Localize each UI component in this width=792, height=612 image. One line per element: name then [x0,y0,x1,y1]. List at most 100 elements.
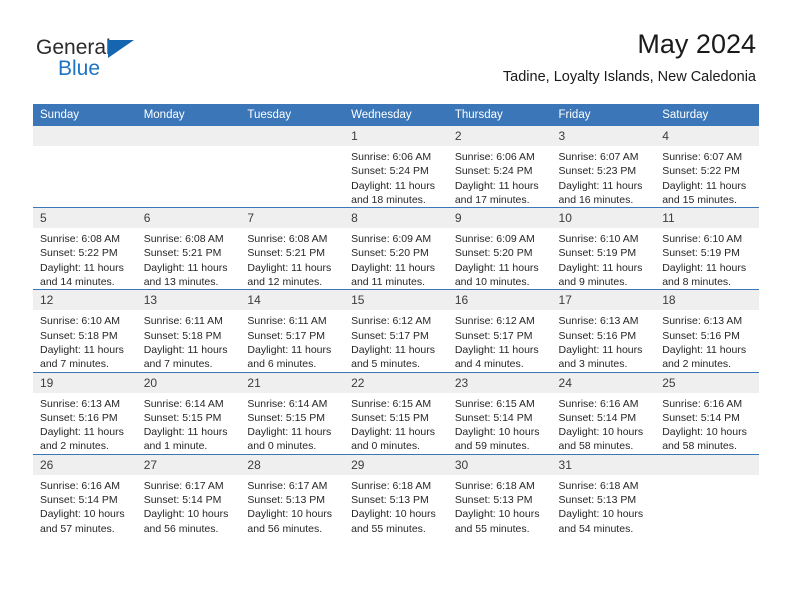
calendar-day-cell[interactable]: 21 Sunrise: 6:14 AM Sunset: 5:15 PM Dayligh… [240,371,345,455]
day-sun-info: Sunrise: 6:18 AM Sunset: 5:13 PM Daylight:… [448,475,552,536]
triangle-flag-icon [108,40,134,58]
daylight-text-line2: and 5 minutes. [351,358,420,371]
calendar-day-cell[interactable]: 19 Sunrise: 6:13 AM Sunset: 5:16 PM Dayligh… [33,371,137,455]
calendar-day-cell[interactable]: 29 Sunrise: 6:18 AM Sunset: 5:13 PM Dayligh… [344,453,448,536]
day-number: 17 [551,290,656,311]
calendar-day-cell[interactable]: 4 Sunrise: 6:07 AM Sunset: 5:22 PM Daylight… [655,126,759,208]
sunset-text: Sunset: 5:19 PM [558,247,637,260]
day-number: 30 [447,454,552,475]
day-number: 13 [136,290,241,311]
calendar-day-cell[interactable]: 10 Sunrise: 6:10 AM Sunset: 5:19 PM Dayligh… [551,207,656,290]
calendar-day-cell[interactable]: 22 Sunrise: 6:15 AM Sunset: 5:15 PM Dayligh… [344,371,448,455]
calendar-day-cell[interactable]: 31 Sunrise: 6:18 AM Sunset: 5:13 PM Dayligh… [551,453,656,536]
daylight-text-line2: and 58 minutes. [662,440,737,453]
daylight-text-line1: Daylight: 11 hours [454,179,539,192]
page-subtitle: Tadine, Loyalty Islands, New Caledonia [502,69,756,85]
calendar-header-row: Sunday Monday Tuesday Wednesday Thursday… [33,104,759,126]
day-sun-info: Sunrise: 6:06 AM Sunset: 5:24 PM Daylight:… [344,146,448,207]
day-number: 4 [655,126,759,146]
daylight-text-line2: and 18 minutes. [351,193,426,206]
calendar-day-cell[interactable]: 23 Sunrise: 6:15 AM Sunset: 5:14 PM Dayligh… [447,371,552,455]
day-sun-info: Sunrise: 6:10 AM Sunset: 5:19 PM Daylight:… [655,228,759,289]
sunrise-text: Sunrise: 6:13 AM [40,397,120,410]
brand-name-blue: Blue [58,57,101,80]
calendar-week-row: 5 Sunrise: 6:08 AM Sunset: 5:22 PM Daylight… [33,207,759,290]
calendar-body: 1 Sunrise: 6:06 AM Sunset: 5:24 PM Daylight… [33,126,759,536]
sunset-text: Sunset: 5:14 PM [40,494,118,507]
sunset-text: Sunset: 5:15 PM [247,411,326,424]
daylight-text-line1: Daylight: 11 hours [40,343,124,356]
day-number: 25 [655,372,759,393]
sunrise-text: Sunrise: 6:07 AM [558,151,639,163]
calendar-day-cell[interactable]: 28 Sunrise: 6:17 AM Sunset: 5:13 PM Dayligh… [240,453,345,536]
calendar-day-cell[interactable]: 3 Sunrise: 6:07 AM Sunset: 5:23 PM Daylight… [551,126,656,208]
daylight-text-line2: and 2 minutes. [662,358,732,371]
sunset-text: Sunset: 5:20 PM [351,247,429,260]
sunset-text: Sunset: 5:22 PM [40,247,118,260]
day-sun-info: Sunrise: 6:18 AM Sunset: 5:13 PM Daylight:… [552,475,656,536]
sunset-text: Sunset: 5:17 PM [351,329,429,342]
calendar-day-cell[interactable]: 14 Sunrise: 6:11 AM Sunset: 5:17 PM Dayligh… [240,289,345,373]
day-number: 19 [33,372,137,393]
calendar-day-cell-empty [655,453,759,536]
sunrise-text: Sunrise: 6:12 AM [454,315,535,328]
daylight-text-line1: Daylight: 10 hours [558,508,644,521]
day-sun-info: Sunrise: 6:12 AM Sunset: 5:17 PM Daylight:… [448,310,552,371]
calendar-day-cell[interactable]: 5 Sunrise: 6:08 AM Sunset: 5:22 PM Daylight… [33,207,137,290]
sunset-text: Sunset: 5:13 PM [558,494,637,507]
day-number: 26 [33,454,137,475]
daylight-text-line1: Daylight: 11 hours [454,343,539,356]
page-header: General Blue May 2024 Tadine, Loyalty Is… [0,0,792,100]
calendar-day-cell[interactable]: 17 Sunrise: 6:13 AM Sunset: 5:16 PM Dayligh… [551,289,656,373]
sunset-text: Sunset: 5:24 PM [351,165,429,178]
day-number: 18 [655,290,759,311]
sunrise-text: Sunrise: 6:06 AM [454,151,535,163]
daylight-text-line1: Daylight: 11 hours [247,343,332,356]
calendar-day-cell[interactable]: 6 Sunrise: 6:08 AM Sunset: 5:21 PM Daylight… [136,207,241,290]
sunrise-text: Sunrise: 6:17 AM [247,479,328,492]
calendar-day-cell[interactable]: 26 Sunrise: 6:16 AM Sunset: 5:14 PM Dayligh… [33,453,137,536]
brand-logo[interactable]: General Blue [36,36,216,86]
day-number: 28 [240,454,345,475]
calendar-week-row: 12 Sunrise: 6:10 AM Sunset: 5:18 PM Dayligh… [33,289,759,373]
calendar-day-cell[interactable]: 8 Sunrise: 6:09 AM Sunset: 5:20 PM Daylight… [344,207,448,290]
calendar-day-cell[interactable]: 30 Sunrise: 6:18 AM Sunset: 5:13 PM Dayligh… [447,453,552,536]
calendar-day-cell[interactable]: 11 Sunrise: 6:10 AM Sunset: 5:19 PM Dayligh… [655,207,759,290]
calendar-day-cell[interactable]: 2 Sunrise: 6:06 AM Sunset: 5:24 PM Daylight… [447,126,552,208]
calendar-day-cell[interactable]: 1 Sunrise: 6:06 AM Sunset: 5:24 PM Daylight… [344,126,448,208]
daylight-text-line1: Daylight: 10 hours [558,426,644,439]
calendar-day-cell[interactable]: 27 Sunrise: 6:17 AM Sunset: 5:14 PM Dayligh… [136,453,241,536]
sunrise-text: Sunrise: 6:11 AM [247,315,327,328]
sunset-text: Sunset: 5:14 PM [662,411,740,424]
calendar-day-cell[interactable]: 15 Sunrise: 6:12 AM Sunset: 5:17 PM Dayligh… [344,289,448,373]
daylight-text-line1: Daylight: 11 hours [143,426,228,439]
sunset-text: Sunset: 5:24 PM [454,165,533,178]
calendar-day-cell[interactable]: 9 Sunrise: 6:09 AM Sunset: 5:20 PM Daylight… [447,207,552,290]
calendar-day-cell[interactable]: 18 Sunrise: 6:13 AM Sunset: 5:16 PM Dayligh… [655,289,759,373]
sunrise-text: Sunrise: 6:15 AM [454,397,535,410]
day-sun-info: Sunrise: 6:16 AM Sunset: 5:14 PM Daylight:… [33,475,137,536]
sunset-text: Sunset: 5:18 PM [143,329,222,342]
day-sun-info: Sunrise: 6:11 AM Sunset: 5:17 PM Daylight:… [240,310,344,371]
day-number: 22 [344,372,448,393]
day-number: 20 [136,372,241,393]
daylight-text-line2: and 6 minutes. [247,358,317,371]
calendar-day-cell[interactable]: 12 Sunrise: 6:10 AM Sunset: 5:18 PM Dayligh… [33,289,137,373]
daylight-text-line2: and 2 minutes. [40,440,109,453]
calendar-day-cell[interactable]: 25 Sunrise: 6:16 AM Sunset: 5:14 PM Dayligh… [655,371,759,455]
calendar-day-cell[interactable]: 13 Sunrise: 6:11 AM Sunset: 5:18 PM Dayligh… [136,289,241,373]
calendar-day-cell[interactable]: 20 Sunrise: 6:14 AM Sunset: 5:15 PM Dayligh… [136,371,241,455]
daylight-text-line2: and 3 minutes. [558,358,628,371]
calendar-day-cell[interactable]: 7 Sunrise: 6:08 AM Sunset: 5:21 PM Daylight… [240,207,345,290]
calendar-day-cell[interactable]: 24 Sunrise: 6:16 AM Sunset: 5:14 PM Dayligh… [551,371,656,455]
weekday-header-saturday: Saturday [655,104,759,126]
daylight-text-line1: Daylight: 11 hours [351,179,435,192]
weekday-header-tuesday: Tuesday [240,104,345,126]
daylight-text-line1: Daylight: 10 hours [247,508,333,521]
sunset-text: Sunset: 5:23 PM [558,165,637,178]
day-sun-info: Sunrise: 6:08 AM Sunset: 5:22 PM Daylight:… [33,228,137,289]
title-block: May 2024 Tadine, Loyalty Islands, New Ca… [503,28,756,86]
calendar-day-cell[interactable]: 16 Sunrise: 6:12 AM Sunset: 5:17 PM Dayligh… [447,289,552,373]
sunrise-sunset-calendar: Sunday Monday Tuesday Wednesday Thursday… [33,104,759,536]
daylight-text-line1: Daylight: 11 hours [351,426,435,439]
